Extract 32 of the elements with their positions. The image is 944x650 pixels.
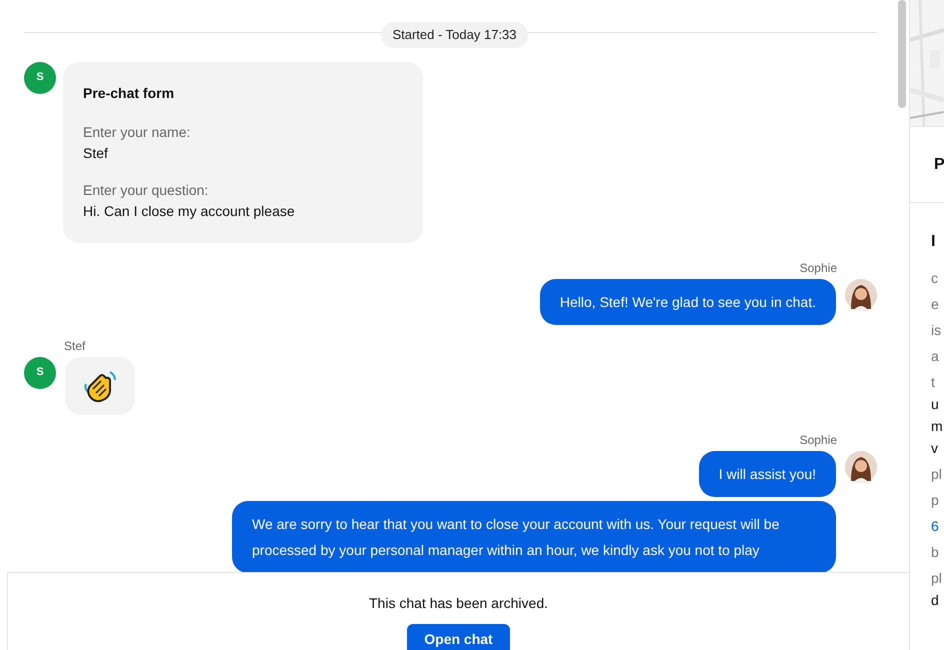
panel-text: u	[931, 395, 940, 414]
form-field-label: Enter your name:	[83, 122, 192, 142]
form-field-value: Stef	[83, 144, 109, 162]
message-bubble: I will assist you!	[698, 450, 836, 496]
panel-text: p	[931, 491, 940, 510]
panel-heading: P	[934, 154, 944, 174]
panel-text: pl	[931, 569, 943, 588]
panel-text: b	[931, 543, 940, 562]
form-field-label: Enter your question:	[83, 180, 210, 200]
panel-text: a	[931, 347, 940, 366]
panel-text: c	[931, 269, 939, 288]
panel-text: e	[931, 295, 940, 314]
user-avatar: S	[24, 62, 56, 94]
form-title: Pre-chat form	[83, 84, 176, 102]
panel-text: d	[931, 591, 940, 610]
panel-text: is	[931, 321, 942, 340]
panel-text: pl	[931, 465, 943, 484]
panel-text: v	[931, 439, 939, 458]
panel-text: m	[931, 417, 944, 436]
author-name: Stef	[64, 338, 86, 354]
panel-text: 6	[931, 517, 940, 536]
author-name: Sophie	[800, 432, 837, 448]
user-avatar: S	[24, 356, 56, 388]
open-chat-button[interactable]: Open chat	[407, 624, 510, 650]
panel-text: t	[931, 373, 936, 392]
author-name: Sophie	[800, 260, 837, 276]
message-bubble: We are sorry to hear that you want to close your account with us. Your request will be processed by your personal manager within an hour, we kindly ask you not to play	[232, 500, 836, 572]
panel-heading: I	[931, 232, 936, 252]
form-field-value: Hi. Can I close my account please	[83, 202, 296, 221]
message-bubble: Hello, Stef! We're glad to see you in chat.	[540, 278, 836, 324]
chat-start-pill: Started - Today 17:33	[381, 22, 528, 48]
archived-notice: This chat has been archived.	[369, 594, 548, 613]
